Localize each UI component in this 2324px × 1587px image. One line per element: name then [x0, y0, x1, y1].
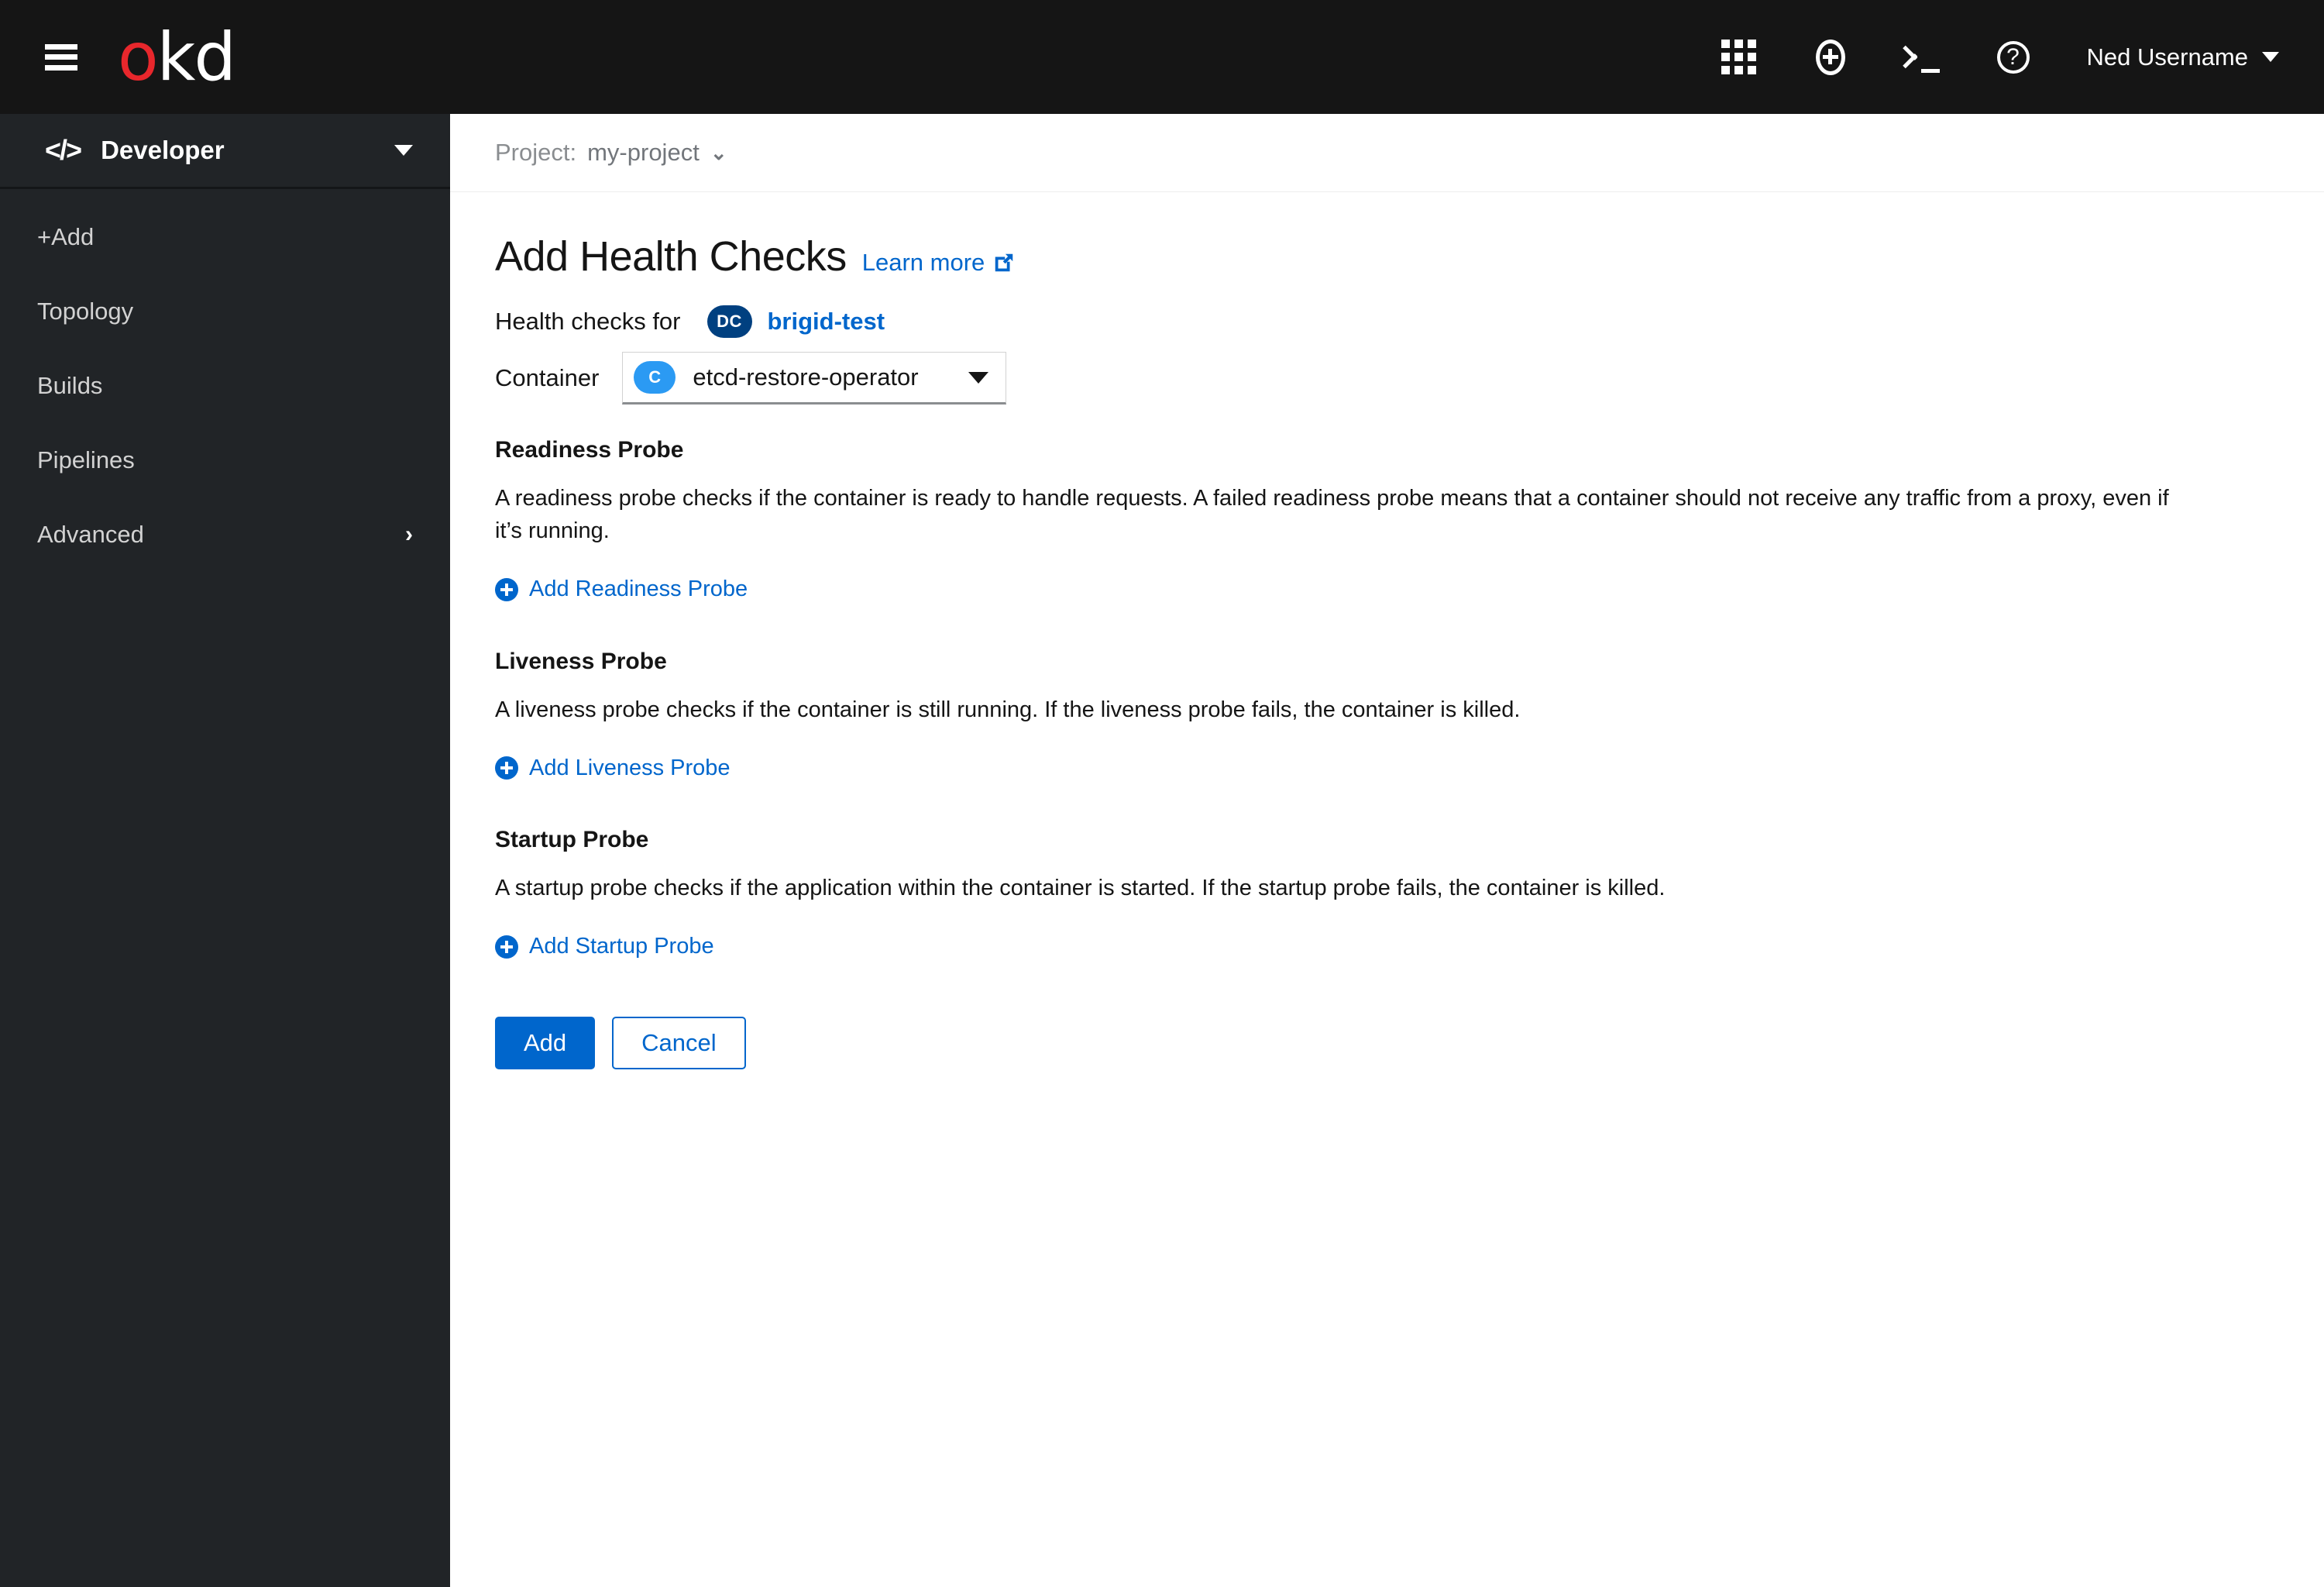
chevron-down-icon — [394, 145, 413, 156]
page-title: Add Health Checks — [495, 233, 847, 280]
deployment-config-badge: DC — [706, 305, 752, 338]
add-readiness-probe-label: Add Readiness Probe — [529, 577, 748, 602]
okd-logo-o: o — [118, 18, 159, 96]
add-button[interactable]: Add — [495, 1016, 596, 1069]
plus-circle-icon — [495, 935, 518, 959]
add-liveness-probe-link[interactable]: Add Liveness Probe — [495, 756, 731, 781]
project-label: Project: — [495, 139, 577, 166]
startup-probe-section: Startup Probe A startup probe checks if … — [495, 827, 2279, 962]
learn-more-label: Learn more — [861, 249, 985, 276]
terminal-icon[interactable] — [1876, 12, 1968, 103]
hamburger-bar — [45, 64, 77, 71]
sidebar-item-label: Topology — [37, 298, 134, 325]
form-actions: Add Cancel — [495, 1016, 2279, 1069]
plus-circle-glyph — [1815, 39, 1845, 75]
okd-logo[interactable]: o kd — [118, 18, 236, 96]
perspective-switcher[interactable]: </> Developer — [0, 114, 450, 189]
startup-probe-description: A startup probe checks if the applicatio… — [495, 876, 1666, 901]
plus-circle-icon[interactable] — [1785, 12, 1876, 103]
page-heading: Add Health Checks Learn more — [495, 232, 2279, 281]
user-menu-label: Ned Username — [2086, 43, 2248, 71]
sidebar-item-pipelines[interactable]: Pipelines — [0, 423, 450, 497]
container-badge: C — [634, 361, 676, 394]
health-checks-for-label: Health checks for — [495, 308, 681, 335]
sidebar-item-add[interactable]: +Add — [0, 200, 450, 274]
chevron-down-icon — [2262, 52, 2279, 62]
resource-link[interactable]: brigid-test — [768, 308, 885, 336]
external-link-icon — [992, 251, 1016, 274]
chevron-down-icon — [968, 371, 989, 384]
plus-circle-icon — [495, 756, 518, 780]
sidebar-item-label: Advanced — [37, 521, 144, 548]
container-label: Container — [495, 364, 600, 391]
readiness-probe-title: Readiness Probe — [495, 437, 684, 463]
sidebar-item-label: Pipelines — [37, 446, 135, 473]
learn-more-link[interactable]: Learn more — [862, 249, 1016, 277]
okd-logo-kd: kd — [156, 18, 236, 96]
sidebar-nav: +Add Topology Builds Pipelines Advanced … — [0, 189, 450, 572]
startup-probe-title: Startup Probe — [495, 827, 649, 853]
add-startup-probe-link[interactable]: Add Startup Probe — [495, 934, 714, 959]
masthead: o kd ? Ned Username — [0, 0, 2324, 114]
project-selector[interactable]: my-project — [587, 139, 700, 167]
code-icon: </> — [45, 134, 82, 166]
readiness-probe-section: Readiness Probe A readiness probe checks… — [495, 437, 2279, 605]
add-startup-probe-label: Add Startup Probe — [529, 934, 714, 959]
cancel-button[interactable]: Cancel — [612, 1016, 746, 1069]
sidebar: </> Developer +Add Topology Builds Pipel… — [0, 114, 450, 1587]
sidebar-item-advanced[interactable]: Advanced › — [0, 497, 450, 572]
help-icon[interactable]: ? — [1968, 12, 2059, 103]
hamburger-bar — [45, 43, 77, 50]
liveness-probe-title: Liveness Probe — [495, 648, 667, 674]
project-bar: Project: my-project ⌄ — [450, 114, 2324, 192]
perspective-label: Developer — [101, 136, 225, 164]
plus-circle-icon — [495, 577, 518, 601]
chevron-right-icon: › — [405, 522, 413, 547]
terminal-glyph — [1902, 42, 1940, 73]
grid-icon-glyph — [1721, 40, 1757, 74]
hamburger-icon[interactable] — [45, 43, 77, 71]
main-content: Add Health Checks Learn more Health chec… — [450, 192, 2324, 1587]
sidebar-item-label: Builds — [37, 372, 103, 399]
masthead-toolbar: ? Ned Username — [1693, 12, 2279, 103]
hamburger-bar — [45, 54, 77, 60]
user-menu[interactable]: Ned Username — [2087, 43, 2279, 71]
container-select-row: Container C etcd-restore-operator — [495, 352, 2279, 404]
container-dropdown[interactable]: C etcd-restore-operator — [622, 352, 1007, 404]
sidebar-item-builds[interactable]: Builds — [0, 349, 450, 423]
add-liveness-probe-label: Add Liveness Probe — [529, 755, 731, 780]
readiness-probe-description: A readiness probe checks if the containe… — [495, 486, 2169, 544]
add-readiness-probe-link[interactable]: Add Readiness Probe — [495, 577, 748, 602]
container-dropdown-value: etcd-restore-operator — [693, 363, 919, 391]
sidebar-item-label: +Add — [37, 223, 95, 250]
liveness-probe-section: Liveness Probe A liveness probe checks i… — [495, 649, 2279, 784]
chevron-down-icon[interactable]: ⌄ — [710, 141, 727, 165]
health-checks-for-row: Health checks for DC brigid-test — [495, 305, 2279, 338]
help-glyph: ? — [1996, 40, 2030, 74]
liveness-probe-description: A liveness probe checks if the container… — [495, 697, 1521, 722]
sidebar-item-topology[interactable]: Topology — [0, 274, 450, 349]
applications-grid-icon[interactable] — [1693, 12, 1785, 103]
